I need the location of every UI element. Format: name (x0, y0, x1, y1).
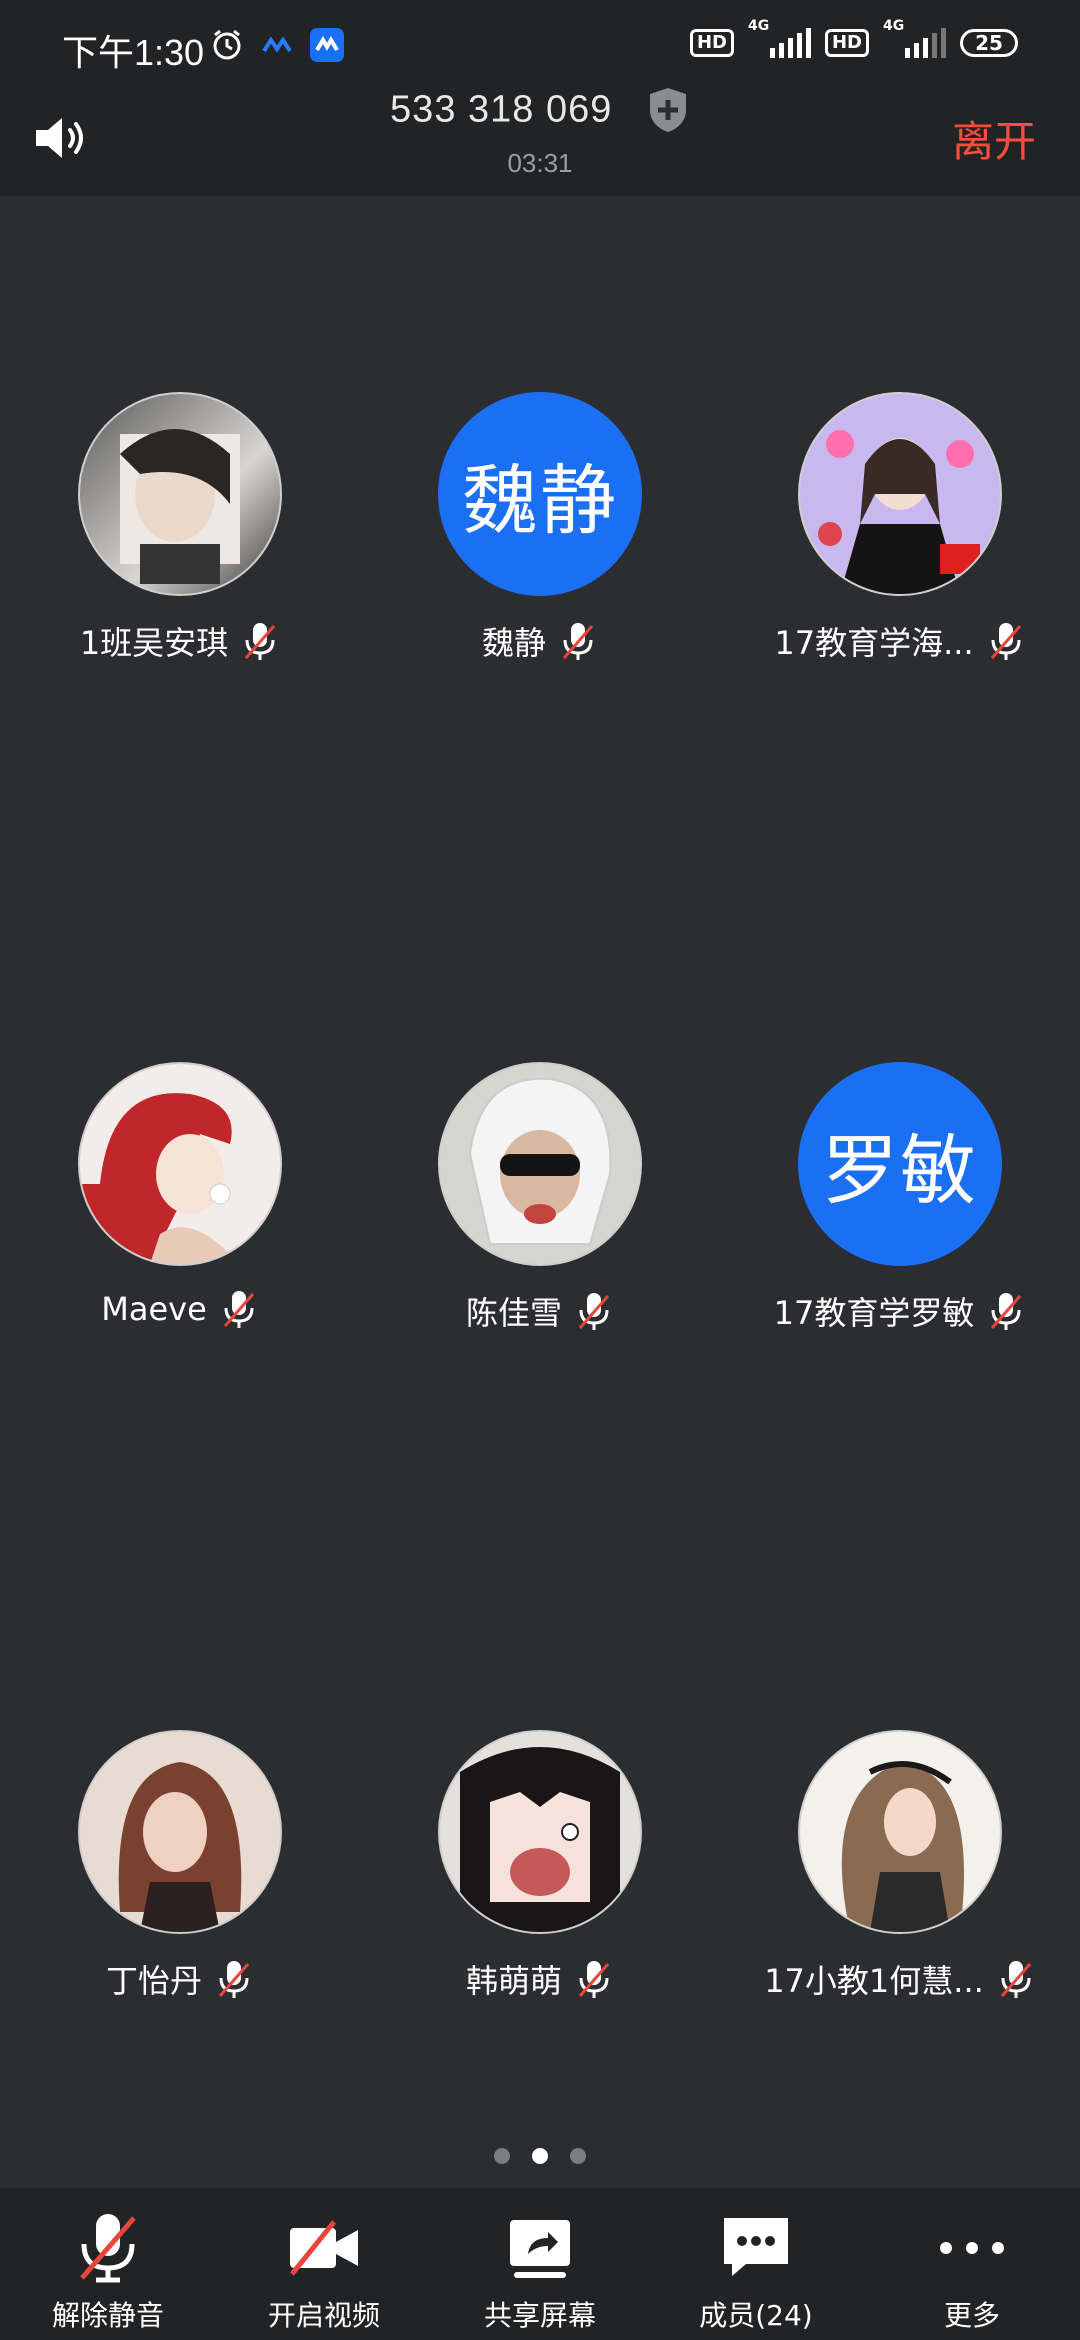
bottom-toolbar: 解除静音 开启视频 共享屏幕 成员(24) 更多 (0, 2188, 1080, 2340)
unmute-button[interactable]: 解除静音 (0, 2188, 216, 2340)
participant-tile[interactable]: 陈佳雪 (360, 1062, 720, 1334)
mic-muted-icon (578, 1961, 610, 1998)
participant-name-row: 17教育学海... (720, 618, 1080, 664)
avatar: 罗敏 (798, 1062, 1002, 1266)
avatar (798, 1730, 1002, 1934)
mic-muted-icon (223, 1291, 254, 1328)
participant-name-row: 魏静 (360, 618, 720, 664)
more-dots-icon (940, 2242, 1004, 2254)
participant-tile[interactable]: 17教育学海... (720, 392, 1080, 664)
participant-name: 丁怡丹 (105, 1962, 202, 2000)
participant-tile[interactable]: 韩萌萌 (360, 1730, 720, 2002)
avatar (798, 392, 1002, 596)
more-label: 更多 (943, 2299, 1000, 2332)
avatar-photo-icon (460, 1747, 620, 1932)
avatar-photo-icon (120, 429, 240, 584)
members-button[interactable]: 成员(24) (648, 2188, 864, 2340)
participant-tile[interactable]: 丁怡丹 (0, 1730, 360, 2002)
share-screen-label: 共享屏幕 (483, 2299, 596, 2332)
avatar-photo-icon (80, 1093, 232, 1264)
avatar (438, 1062, 642, 1266)
participant-tile[interactable]: Maeve (0, 1062, 360, 1330)
participant-grid: 1班吴安琪 魏静 魏静 17教育学海... Maeve 陈佳雪 罗敏 17教育学… (0, 0, 1080, 2340)
avatar (438, 1730, 642, 1934)
avatar (78, 1730, 282, 1934)
page-dot-2[interactable] (532, 2148, 548, 2164)
participant-name: 魏静 (481, 624, 546, 662)
avatar-photo-icon (841, 1761, 964, 1932)
avatar-initials: 罗敏 (822, 1126, 978, 1215)
share-screen-button[interactable]: 共享屏幕 (432, 2188, 648, 2340)
avatar-initials: 魏静 (462, 456, 618, 545)
members-chat-icon (724, 2218, 788, 2276)
mic-muted-icon (578, 1293, 610, 1330)
participant-name-row: 1班吴安琪 (0, 618, 360, 664)
mic-muted-icon (1000, 1961, 1031, 1998)
page-dot-3[interactable] (570, 2148, 586, 2164)
mic-muted-icon (218, 1961, 250, 1998)
avatar (78, 1062, 282, 1266)
participant-tile[interactable]: 17小教1何慧... (720, 1730, 1080, 2002)
unmute-label: 解除静音 (51, 2299, 164, 2332)
participant-name: 17小教1何慧... (764, 1962, 984, 2000)
participant-name-row: 丁怡丹 (0, 1956, 360, 2002)
members-label: 成员(24) (699, 2299, 813, 2332)
mic-muted-icon (562, 623, 594, 660)
mic-muted-icon (991, 1293, 1022, 1330)
page-indicator[interactable] (0, 2148, 1080, 2164)
participant-name-row: 陈佳雪 (360, 1288, 720, 1334)
avatar-photo-icon (468, 1077, 612, 1245)
participant-name-row: 韩萌萌 (360, 1956, 720, 2002)
participant-name: Maeve (101, 1290, 207, 1328)
mic-muted-icon (80, 2214, 136, 2283)
start-video-label: 开启视频 (267, 2299, 380, 2332)
avatar-photo-icon (118, 1762, 242, 1932)
participant-name-row: 17教育学罗敏 (720, 1288, 1080, 1334)
mic-muted-icon (990, 623, 1021, 660)
participant-name-row: 17小教1何慧... (720, 1956, 1080, 2002)
more-button[interactable]: 更多 (864, 2188, 1080, 2340)
participant-name-row: Maeve (0, 1288, 360, 1330)
avatar: 魏静 (438, 392, 642, 596)
avatar (78, 392, 282, 596)
participant-name: 17教育学海... (774, 624, 974, 662)
share-screen-icon (510, 2220, 570, 2278)
participant-name: 韩萌萌 (465, 1962, 562, 2000)
participant-name: 17教育学罗敏 (773, 1294, 975, 1332)
participant-tile[interactable]: 罗敏 17教育学罗敏 (720, 1062, 1080, 1334)
participant-tile[interactable]: 1班吴安琪 (0, 392, 360, 664)
avatar-photo-icon (818, 430, 980, 594)
participant-name: 陈佳雪 (465, 1294, 562, 1332)
page-dot-1[interactable] (494, 2148, 510, 2164)
participant-tile[interactable]: 魏静 魏静 (360, 392, 720, 664)
participant-name: 1班吴安琪 (79, 624, 229, 662)
start-video-button[interactable]: 开启视频 (216, 2188, 432, 2340)
video-off-icon (290, 2220, 358, 2276)
mic-muted-icon (245, 623, 276, 660)
